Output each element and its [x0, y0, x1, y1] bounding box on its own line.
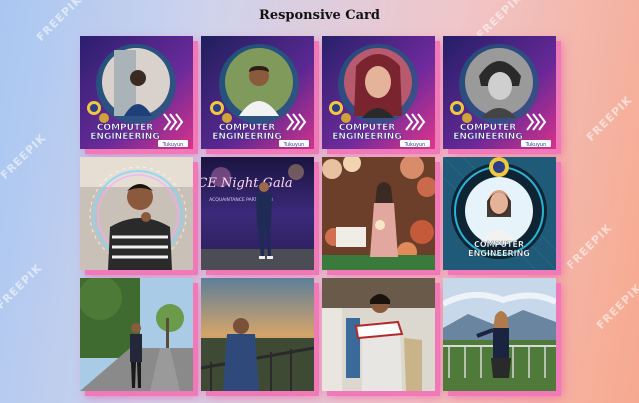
- card-title-line1: COMPUTER: [474, 240, 524, 249]
- card-3[interactable]: COMPUTER ENGINEERING Tukuyun: [322, 36, 435, 149]
- card-2[interactable]: COMPUTER ENGINEERING Tukuyun: [201, 36, 314, 149]
- card-title-line2: ENGINEERING: [468, 249, 530, 258]
- card-title-line2: ENGINEERING: [90, 132, 159, 142]
- card-4[interactable]: COMPUTER ENGINEERING Tukuyun: [443, 36, 556, 149]
- outdoor-street-photo: [80, 278, 193, 391]
- card-footer: Tukuyun: [162, 142, 184, 148]
- floral-backdrop-photo: [322, 157, 435, 270]
- card-footer: Tukuyun: [525, 142, 547, 148]
- watermark: FREEPIK: [584, 93, 635, 144]
- card-footer: Tukuyun: [404, 142, 426, 148]
- card-8[interactable]: COMPUTER ENGINEERING: [443, 157, 556, 270]
- card-9[interactable]: [80, 278, 193, 391]
- event-stage-photo: CE Night Gala ACQUAINTANCE PARTY 2023: [201, 157, 314, 270]
- watermark: FREEPIK: [0, 261, 45, 312]
- card-footer: Tukuyun: [283, 142, 305, 148]
- page-title: Responsive Card: [259, 8, 380, 23]
- card-title-line2: ENGINEERING: [453, 132, 522, 142]
- profile-frame-image: COMPUTER ENGINEERING Tukuyun: [80, 36, 193, 149]
- sneaker-pose-photo: [322, 278, 435, 391]
- watermark: FREEPIK: [594, 281, 639, 332]
- card-1[interactable]: COMPUTER ENGINEERING Tukuyun: [80, 36, 193, 149]
- card-7[interactable]: [322, 157, 435, 270]
- card-title-line2: ENGINEERING: [212, 132, 281, 142]
- badge-frame-image: COMPUTER ENGINEERING: [443, 157, 556, 270]
- portrait-neon-photo: [80, 157, 193, 270]
- profile-frame-image: COMPUTER ENGINEERING Tukuyun: [201, 36, 314, 149]
- watermark: FREEPIK: [0, 131, 49, 182]
- profile-frame-image: COMPUTER ENGINEERING Tukuyun: [443, 36, 556, 149]
- mountain-view-photo: [443, 278, 556, 391]
- card-12[interactable]: [443, 278, 556, 391]
- card-10[interactable]: [201, 278, 314, 391]
- card-title-line2: ENGINEERING: [332, 132, 401, 142]
- profile-frame-image: COMPUTER ENGINEERING Tukuyun: [322, 36, 435, 149]
- card-6[interactable]: CE Night Gala ACQUAINTANCE PARTY 2023: [201, 157, 314, 270]
- sunset-balcony-photo: [201, 278, 314, 391]
- watermark: FREEPIK: [564, 221, 615, 272]
- card-11[interactable]: [322, 278, 435, 391]
- card-5[interactable]: [80, 157, 193, 270]
- stage-title: CE Night Gala: [201, 176, 293, 191]
